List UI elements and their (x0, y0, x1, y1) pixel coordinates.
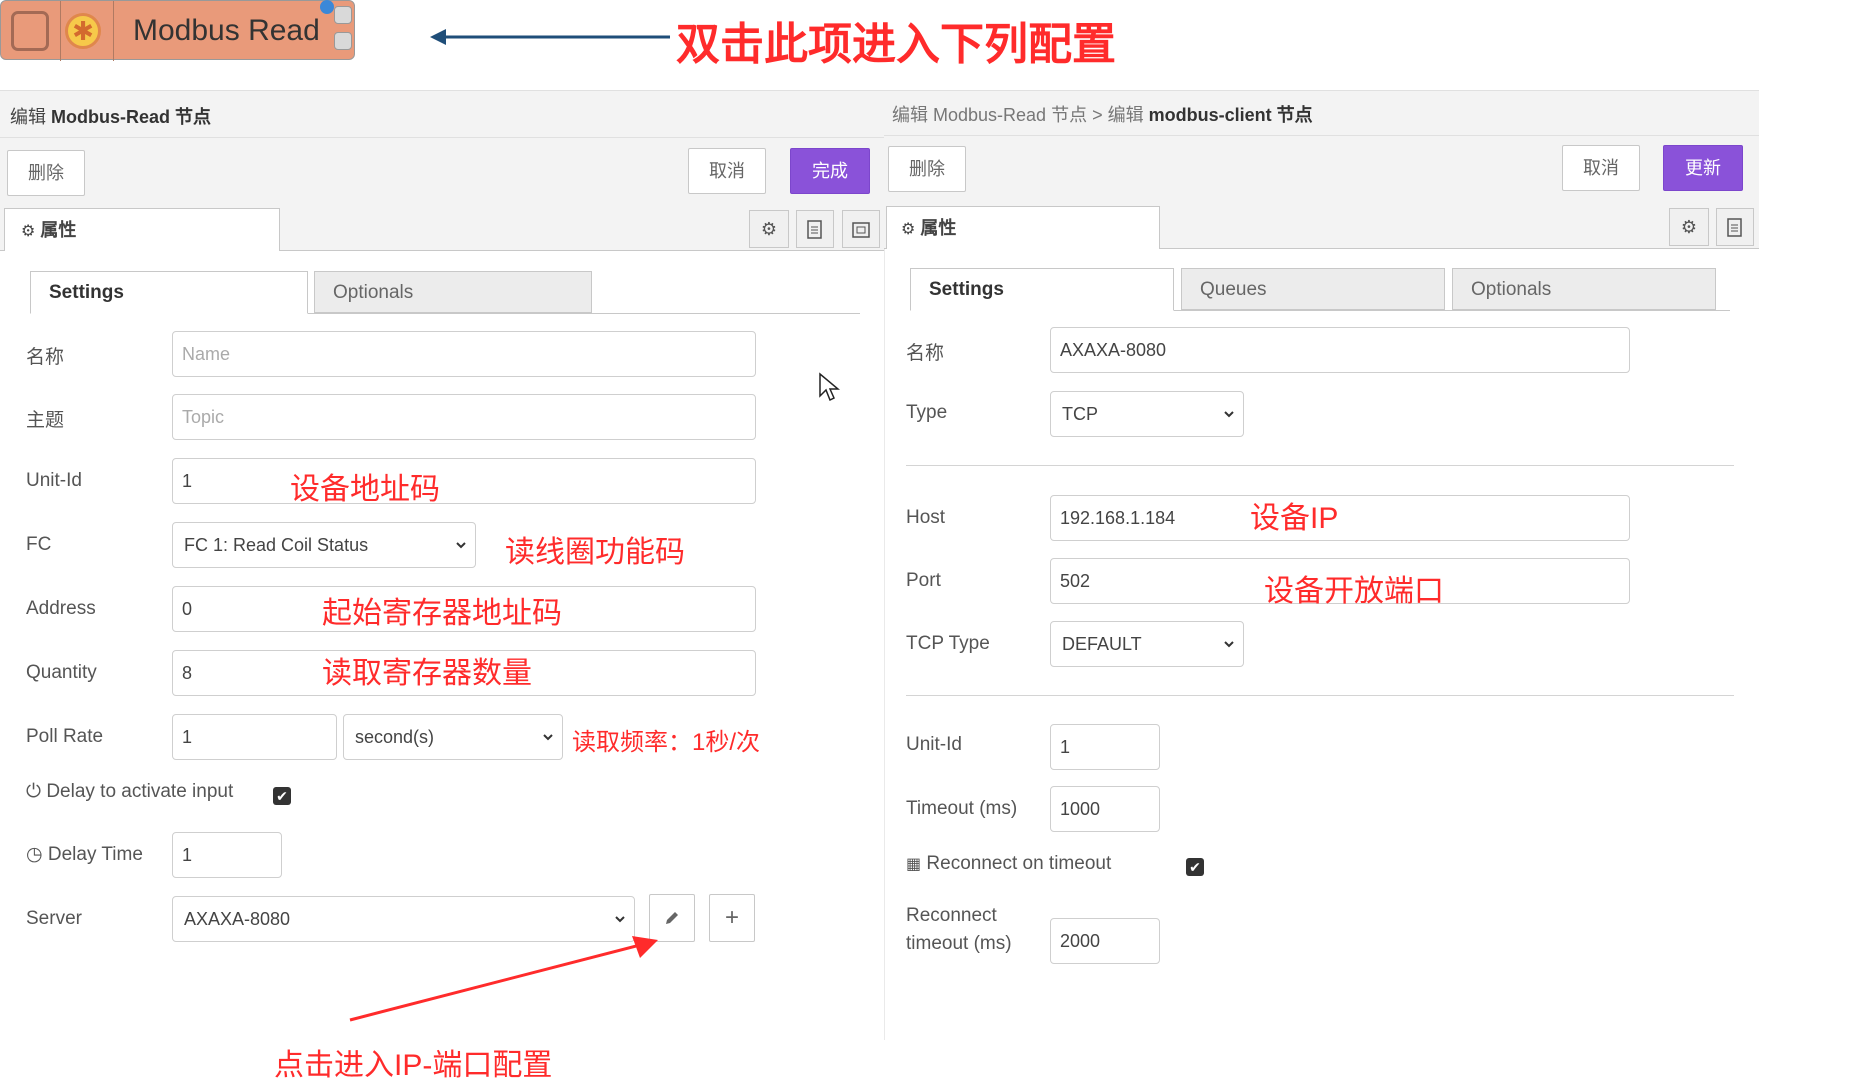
client-name-label: 名称 (906, 343, 945, 364)
add-server-button[interactable]: + (709, 894, 755, 942)
name-label: 名称 (26, 347, 65, 368)
client-name-input[interactable]: AXAXA-8080 (1050, 327, 1630, 373)
poll-rate-unit-select[interactable]: second(s) (343, 714, 563, 760)
annotation-unit-id: 设备地址码 (290, 473, 440, 506)
topic-input[interactable]: Topic (172, 394, 756, 440)
right-delete-button[interactable]: 删除 (888, 146, 966, 192)
output-port-1[interactable] (334, 6, 352, 24)
fc-select[interactable]: FC 1: Read Coil Status (172, 522, 476, 568)
annotation-poll-rate: 读取频率：1秒/次 (572, 729, 761, 756)
server-label: Server (26, 908, 82, 929)
cancel-button[interactable]: 取消 (688, 148, 766, 194)
appearance-icon[interactable] (842, 210, 880, 248)
delete-button[interactable]: 删除 (7, 150, 85, 196)
timeout-label: Timeout (ms) (906, 798, 1018, 819)
clock-icon: ◷ (26, 844, 43, 865)
name-input[interactable]: Name (172, 331, 756, 377)
annotation-address: 起始寄存器地址码 (322, 597, 562, 630)
address-label: Address (26, 598, 96, 619)
tab-properties[interactable]: ⚙ 属性 (4, 208, 280, 251)
left-editor-header: 编辑 Modbus-Read 节点 (0, 90, 884, 138)
poll-rate-input[interactable]: 1 (172, 714, 337, 760)
tcp-type-label: TCP Type (906, 633, 990, 654)
update-button[interactable]: 更新 (1663, 145, 1743, 191)
section-divider-1 (906, 465, 1734, 466)
chevron-down-icon (615, 916, 625, 923)
delay-time-label: ◷ Delay Time (26, 844, 143, 865)
modbus-icon: ✱ (65, 13, 101, 49)
unit-id-input[interactable]: 1 (172, 458, 756, 504)
tcp-type-select[interactable]: DEFAULT (1050, 621, 1244, 667)
chevron-down-icon (1224, 641, 1234, 648)
fc-label: FC (26, 534, 52, 555)
section-divider-2 (906, 695, 1734, 696)
delay-activate-checkbox[interactable]: ✔ (273, 787, 291, 805)
chevron-down-icon (456, 542, 466, 549)
arrow-left-icon (430, 29, 670, 45)
left-editor-title: 编辑 Modbus-Read 节点 (10, 107, 212, 127)
grid-icon: ▦ (906, 856, 922, 873)
delay-time-input[interactable]: 1 (172, 832, 282, 878)
annotation-server: 点击进入IP-端口配置 (274, 1049, 553, 1082)
annotation-top: 双击此项进入下列配置 (676, 20, 1116, 69)
node-label: Modbus Read (133, 14, 320, 47)
right-tab-optionals[interactable]: Optionals (1452, 268, 1716, 310)
output-port-2[interactable] (334, 32, 352, 50)
mouse-cursor-icon (819, 372, 840, 402)
type-label: Type (906, 402, 948, 423)
delay-activate-label: ⏻ Delay to activate input (26, 781, 234, 802)
type-select[interactable]: TCP (1050, 391, 1244, 437)
tab-queues[interactable]: Queues (1181, 268, 1445, 310)
tab-optionals[interactable]: Optionals (314, 271, 592, 313)
modbus-read-node[interactable]: ✱ Modbus Read (0, 0, 355, 61)
annotation-quantity: 读取寄存器数量 (322, 657, 532, 690)
reconnect-on-timeout-checkbox[interactable]: ✔ (1186, 858, 1204, 876)
right-cancel-button[interactable]: 取消 (1562, 145, 1640, 191)
right-tab-settings[interactable]: Settings (910, 268, 1174, 311)
pencil-icon (666, 912, 678, 924)
node-toggle-button[interactable] (11, 11, 49, 51)
status-dot-icon (320, 0, 334, 14)
tab-settings[interactable]: Settings (30, 271, 308, 314)
host-label: Host (906, 507, 946, 528)
power-icon: ⏻ (26, 781, 42, 802)
gear-icon: ⚙ (21, 223, 36, 240)
settings-gear-icon[interactable]: ⚙ (749, 210, 789, 248)
right-editor-title: 编辑 Modbus-Read 节点 > 编辑 modbus-client 节点 (892, 105, 1313, 125)
reconnect-timeout-input[interactable]: 2000 (1050, 918, 1160, 964)
port-label: Port (906, 570, 941, 591)
host-input[interactable]: 192.168.1.184 (1050, 495, 1630, 541)
right-editor-header: 编辑 Modbus-Read 节点 > 编辑 modbus-client 节点 (884, 90, 1759, 136)
right-settings-gear-icon[interactable]: ⚙ (1669, 208, 1709, 246)
annotation-fc: 读线圈功能码 (505, 536, 685, 569)
topic-label: 主题 (26, 410, 65, 431)
client-unit-id-label: Unit-Id (906, 734, 962, 755)
quantity-label: Quantity (26, 662, 97, 683)
done-button[interactable]: 完成 (790, 148, 870, 194)
annotation-host: 设备IP (1250, 502, 1339, 535)
arrow-to-edit-icon (349, 936, 658, 1022)
chevron-down-icon (1224, 411, 1234, 418)
client-unit-id-input[interactable]: 1 (1050, 724, 1160, 770)
timeout-input[interactable]: 1000 (1050, 786, 1160, 832)
annotation-port: 设备开放端口 (1264, 575, 1444, 608)
reconnect-timeout-label: Reconnect timeout (ms) (906, 905, 1012, 954)
description-icon[interactable] (796, 210, 834, 248)
reconnect-on-timeout-label: ▦ Reconnect on timeout (906, 853, 1112, 874)
right-description-icon[interactable] (1716, 208, 1754, 246)
gear-icon: ⚙ (901, 221, 916, 238)
unit-id-label: Unit-Id (26, 470, 82, 491)
chevron-down-icon (543, 734, 553, 741)
node-separator (113, 1, 114, 61)
poll-rate-label: Poll Rate (26, 726, 104, 747)
right-tab-properties[interactable]: ⚙ 属性 (886, 206, 1160, 249)
